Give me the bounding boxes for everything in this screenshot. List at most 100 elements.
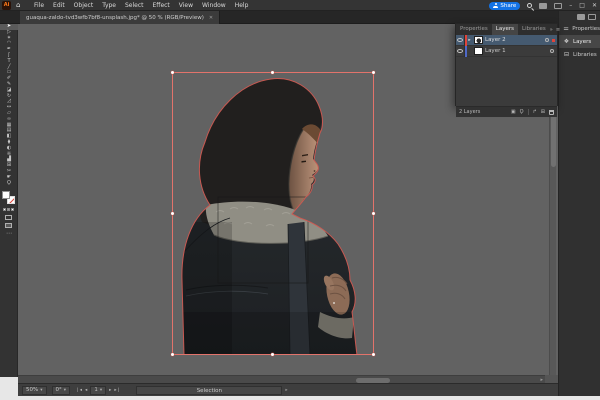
tab-libraries[interactable]: Libraries [518,24,550,35]
eye-icon [457,38,463,42]
share-button[interactable]: Share [489,1,521,10]
handle-bottom-right[interactable] [372,353,375,356]
horizontal-scrollbar-thumb[interactable] [356,377,390,383]
dock-header [559,11,600,22]
status-bar: 50% ▾ 0° ▾ ❘◂ ◂ 1 ▾ ▸ ▸❘ Selection ▸ [18,383,558,396]
selected-art-indicator[interactable] [552,38,555,42]
panel-collapse-icon[interactable]: » [550,27,553,33]
menu-object[interactable]: Object [74,2,94,9]
screen-mode-icon[interactable] [5,223,12,228]
handle-mid-right[interactable] [372,212,375,215]
zoom-level-select[interactable]: 50% ▾ [22,385,47,395]
layer-thumbnail [474,36,483,44]
properties-icon: ⚌ [563,25,569,32]
selection-bounding-box[interactable] [172,72,374,355]
color-swatch-button[interactable] [3,208,6,211]
target-circle-icon[interactable] [550,49,554,53]
edit-toolbar-icon[interactable]: ⋯ [0,230,18,237]
disclosure-triangle-icon[interactable]: ▸ [467,38,472,43]
dock-item-label: Properties [572,25,600,32]
chevron-down-icon: ▾ [99,387,103,393]
share-person-icon [493,3,499,8]
handle-top-right[interactable] [372,71,375,74]
dock-options-icon[interactable] [588,14,596,20]
menu-window[interactable]: Window [202,2,226,9]
tab-close-icon[interactable]: ✕ [209,15,213,21]
document-tab-title: guaqua-zaldo-tvd3wfb7bf8-unsplash.jpg* @… [26,14,204,21]
home-icon[interactable]: ⌂ [16,0,20,11]
menu-edit[interactable]: Edit [53,2,65,9]
dock-item-libraries[interactable]: ⊟ Libraries [559,48,600,61]
horizontal-scrollbar[interactable]: ▸ [18,375,545,383]
status-field[interactable]: Selection [136,385,283,395]
handle-mid-left[interactable] [171,212,174,215]
share-label: Share [500,2,517,9]
chevron-down-icon: ▾ [63,387,67,393]
dock-item-layers[interactable]: ❖ Layers [559,35,600,48]
rotation-value: 0° [55,387,62,393]
workspace-switcher-icon[interactable] [539,2,548,9]
artboard-number: 1 [94,387,98,393]
arrange-documents-icon[interactable] [554,2,563,9]
first-artboard-icon[interactable]: ❘◂ [76,388,82,393]
tab-layers[interactable]: Layers [491,24,518,35]
visibility-cell[interactable] [456,45,465,57]
document-tab[interactable]: guaqua-zaldo-tvd3wfb7bf8-unsplash.jpg* @… [20,11,221,24]
zoom-level-value: 50% [26,387,39,393]
last-artboard-icon[interactable]: ▸❘ [114,388,120,393]
main-menus: File Edit Object Type Select Effect View… [34,0,248,11]
eye-icon [457,49,463,53]
layers-panel-empty-area [456,57,557,106]
search-icon[interactable] [527,3,533,8]
artboard-navigation: ❘◂ ◂ 1 ▾ ▸ ▸❘ [76,385,120,395]
panel-menu-icon[interactable]: ≡ [556,27,560,33]
locate-object-icon[interactable]: Ϙ [520,109,524,115]
tools-panel: ➤ ▷ ✶ ◠ ✒ ʃ T ╱ ▭ ✐ ✎ ◪ ↻ ◿ ↔ ▱ ∞ ▦ ▤ ◧ … [0,23,18,377]
none-swatch-button[interactable] [11,208,14,211]
handle-top-left[interactable] [171,71,174,74]
handle-top-mid[interactable] [271,71,274,74]
menu-view[interactable]: View [179,2,193,9]
color-mode-row [3,208,14,211]
menu-select[interactable]: Select [125,2,144,9]
fill-swatch[interactable] [2,191,10,199]
make-clipping-mask-icon[interactable]: ▣ [511,109,516,115]
libraries-icon: ⊟ [563,51,570,58]
next-artboard-icon[interactable]: ▸ [109,388,111,393]
artboard-number-select[interactable]: 1 ▾ [90,385,107,395]
layer-name[interactable]: Layer 1 [485,48,506,54]
layer-row-2[interactable]: ▸ Layer 2 [456,34,557,46]
layer-name[interactable]: Layer 2 [485,37,506,43]
handle-bottom-mid[interactable] [271,353,274,356]
menu-effect[interactable]: Effect [153,2,170,9]
menu-file[interactable]: File [34,2,44,9]
fill-stroke-swatches [2,191,16,205]
new-layer-icon[interactable]: ⊞ [541,109,545,115]
maximize-button[interactable]: □ [579,0,585,11]
dock-item-properties[interactable]: ⚌ Properties [559,22,600,35]
status-splitter-icon[interactable]: ▸ [285,388,287,393]
delete-selection-icon[interactable] [549,109,554,115]
layer-row-1[interactable]: Layer 1 [456,45,557,57]
menu-type[interactable]: Type [102,2,116,9]
visibility-cell[interactable] [456,34,465,46]
minimize-button[interactable]: – [569,0,572,11]
target-circle-icon[interactable] [545,38,549,42]
draw-mode-icon[interactable] [5,215,12,220]
handle-bottom-left[interactable] [171,353,174,356]
close-button[interactable]: ✕ [592,0,597,11]
zoom-tool[interactable]: Ϙ [0,180,18,187]
rotation-select[interactable]: 0° ▾ [51,385,71,395]
new-sublayer-icon[interactable]: ↱ [533,109,537,115]
prev-artboard-icon[interactable]: ◂ [85,388,87,393]
window-chrome-bottom [0,396,600,400]
menu-help[interactable]: Help [235,2,249,9]
app-logo[interactable]: Ai [2,1,11,10]
gradient-swatch-button[interactable] [7,208,10,211]
tab-properties[interactable]: Properties [456,24,492,35]
menu-bar: Ai ⌂ File Edit Object Type Select Effect… [0,0,600,11]
dock-item-label: Layers [573,38,592,45]
titlebar-right: Share – □ ✕ [489,0,597,11]
layers-panel-tabs: Properties Layers Libraries » ≡ [456,24,560,35]
collapse-panels-icon[interactable] [577,14,585,20]
